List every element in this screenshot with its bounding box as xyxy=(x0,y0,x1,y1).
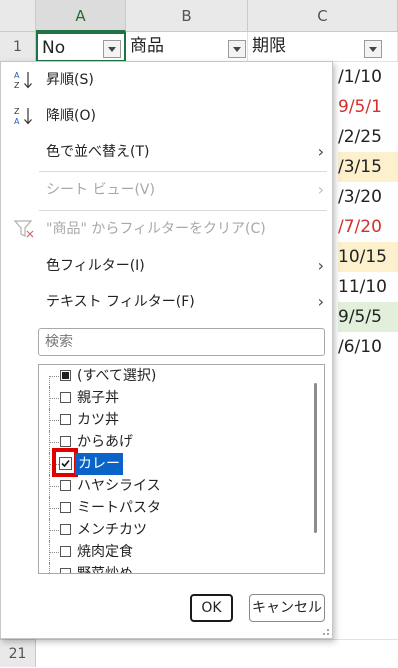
autofilter-dropdown: A Z 昇順(S) Z A 降順(O) 色で並べ替え(T) › シート ビュー(… xyxy=(0,61,333,639)
item-checkbox[interactable] xyxy=(59,457,72,470)
column-header-b[interactable]: B xyxy=(126,0,248,32)
filter-list-item[interactable]: (すべて選択) xyxy=(39,365,309,387)
row-header-21[interactable]: 21 xyxy=(0,639,36,667)
cell-c1-text: 期限 xyxy=(252,36,286,56)
tree-branch xyxy=(49,442,59,443)
date-cell[interactable]: 9/5/1 xyxy=(338,92,398,122)
menu-sort-by-color-label: 色で並べ替え(T) xyxy=(46,144,150,160)
cell-a1-text: No xyxy=(42,38,66,58)
select-all-corner[interactable] xyxy=(0,0,36,32)
filter-list-item-label: 焼肉定食 xyxy=(77,544,133,560)
date-cell[interactable]: /3/20 xyxy=(338,182,398,212)
tree-branch xyxy=(49,398,59,399)
item-checkbox[interactable] xyxy=(60,502,71,513)
filter-value-list[interactable]: (すべて選択) 親子丼カツ丼からあげカレーハヤシライス ミートパスタ メンチカツ焼肉定… xyxy=(38,364,325,574)
chevron-right-icon: › xyxy=(317,292,324,311)
item-checkbox[interactable] xyxy=(60,568,71,573)
menu-text-filter-label: テキスト フィルター(F) xyxy=(46,294,195,310)
search-placeholder: 検索 xyxy=(45,334,73,350)
date-cell[interactable]: 10/15 xyxy=(338,242,398,272)
chevron-right-icon: › xyxy=(317,142,324,161)
filter-list-item-label: メンチカツ xyxy=(77,522,147,538)
date-cell[interactable]: 11/10 xyxy=(338,272,398,302)
filter-list-item[interactable]: ハヤシライス xyxy=(39,475,309,497)
date-cell[interactable]: /7/20 xyxy=(338,212,398,242)
date-cell[interactable]: /1/10 xyxy=(338,62,398,92)
menu-clear-filter-label: "商品" からフィルターをクリア(C) xyxy=(46,221,266,237)
menu-sort-descending-label: 降順(O) xyxy=(46,108,96,124)
cell-b1-text: 商品 xyxy=(130,36,164,56)
checkmark-icon xyxy=(61,459,70,468)
sort-descending-icon: Z A xyxy=(14,107,32,126)
chevron-right-icon: › xyxy=(317,256,324,275)
item-checkbox[interactable] xyxy=(60,392,71,403)
filter-list-item[interactable]: メンチカツ xyxy=(39,519,309,541)
item-checkbox[interactable] xyxy=(60,436,71,447)
menu-sort-descending[interactable]: Z A 降順(O) xyxy=(1,98,332,134)
filter-list-item[interactable]: カレー xyxy=(39,448,309,477)
filter-list-item[interactable]: 野菜炒め xyxy=(39,563,309,574)
filter-list-item-label: 野菜炒め xyxy=(77,566,133,574)
clear-filter-icon xyxy=(13,220,34,238)
grid-bottom-area xyxy=(36,639,398,668)
svg-text:Z: Z xyxy=(14,107,20,116)
menu-text-filter[interactable]: テキスト フィルター(F) › xyxy=(1,284,332,320)
menu-sort-ascending-label: 昇順(S) xyxy=(46,72,94,88)
filter-list-item[interactable]: 親子丼 xyxy=(39,387,309,409)
sort-ascending-icon: A Z xyxy=(14,71,32,90)
select-all-checkbox[interactable] xyxy=(60,370,71,381)
menu-sort-by-color[interactable]: 色で並べ替え(T) › xyxy=(1,134,332,170)
filter-list-item[interactable]: カツ丼 xyxy=(39,409,309,431)
item-checkbox[interactable] xyxy=(60,480,71,491)
menu-color-filter[interactable]: 色フィルター(I) › xyxy=(1,248,332,284)
filter-button-a[interactable] xyxy=(103,40,121,58)
column-header-c[interactable]: C xyxy=(248,0,398,32)
ok-button[interactable]: OK xyxy=(190,594,233,622)
menu-color-filter-label: 色フィルター(I) xyxy=(46,258,145,274)
item-checkbox[interactable] xyxy=(60,524,71,535)
svg-text:A: A xyxy=(14,71,20,80)
filter-list-item-label: からあげ xyxy=(77,434,133,450)
date-cell[interactable]: /6/10 xyxy=(338,332,398,362)
cancel-button[interactable]: キャンセル xyxy=(249,594,325,622)
filter-list-item-label: ミートパスタ xyxy=(77,500,161,516)
search-input[interactable]: 検索 xyxy=(38,328,325,356)
column-header-a[interactable]: A xyxy=(36,0,126,32)
tree-branch xyxy=(49,530,59,531)
filter-list-item[interactable]: ミートパスタ xyxy=(39,497,309,519)
tree-branch xyxy=(49,486,59,487)
resize-grip-icon[interactable] xyxy=(320,626,330,636)
date-cell[interactable]: 9/5/5 xyxy=(338,302,398,332)
filter-list-item[interactable]: からあげ xyxy=(39,431,309,453)
filter-button-c[interactable] xyxy=(364,40,382,58)
menu-sheet-view-label: シート ビュー(V) xyxy=(46,182,155,198)
filter-list-item[interactable]: 焼肉定食 xyxy=(39,541,309,563)
filter-list-item-label: 親子丼 xyxy=(77,390,119,406)
svg-text:Z: Z xyxy=(14,81,20,90)
tree-branch xyxy=(49,420,59,421)
list-scrollbar[interactable] xyxy=(314,383,317,533)
item-checkbox[interactable] xyxy=(60,414,71,425)
tree-branch xyxy=(49,508,59,509)
tree-branch xyxy=(49,376,59,377)
tree-branch xyxy=(49,552,59,553)
menu-sheet-view: シート ビュー(V) › xyxy=(1,172,332,208)
chevron-right-icon: › xyxy=(317,180,324,199)
filter-list-item-label: カレー xyxy=(75,453,123,475)
date-cell[interactable]: /2/25 xyxy=(338,122,398,152)
filter-list-item-label: カツ丼 xyxy=(77,412,119,428)
svg-text:A: A xyxy=(14,117,20,126)
filter-list-item-label: (すべて選択) xyxy=(77,368,157,384)
filter-list-item-label: ハヤシライス xyxy=(77,478,161,494)
item-checkbox[interactable] xyxy=(60,546,71,557)
menu-sort-ascending[interactable]: A Z 昇順(S) xyxy=(1,62,332,98)
row-header-1[interactable]: 1 xyxy=(0,32,36,62)
menu-clear-filter: "商品" からフィルターをクリア(C) xyxy=(1,211,332,247)
date-cell[interactable]: /3/15 xyxy=(338,152,398,182)
filter-button-b[interactable] xyxy=(228,40,246,58)
